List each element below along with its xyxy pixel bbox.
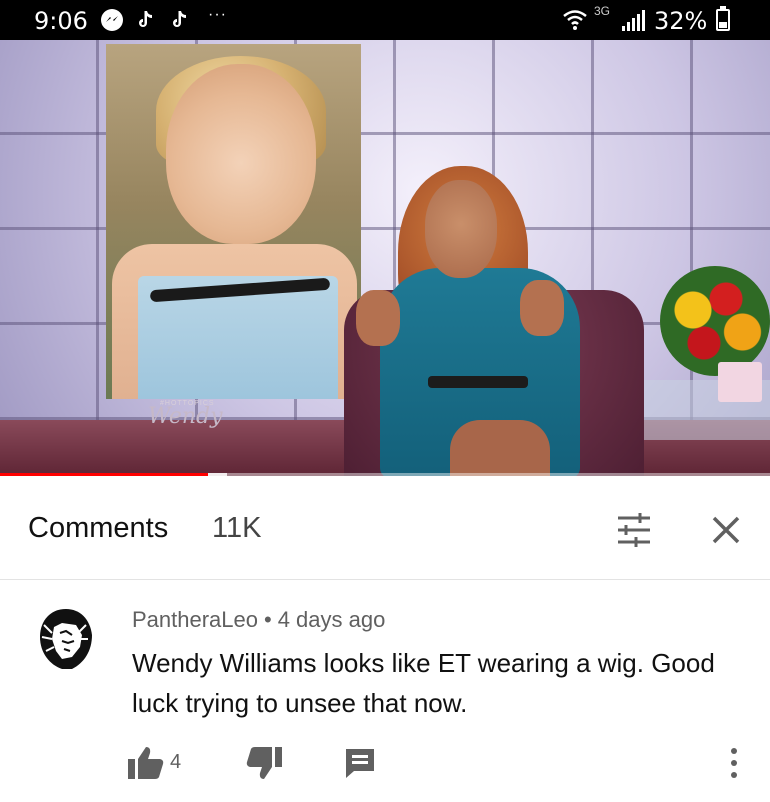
more-options-icon[interactable] (720, 743, 748, 783)
show-logo: Wendy (148, 404, 223, 429)
signal-icon (620, 8, 650, 37)
messenger-icon (100, 8, 124, 32)
battery-icon (716, 6, 730, 31)
comments-title: Comments (28, 512, 169, 544)
reply-icon[interactable] (342, 745, 378, 781)
lion-avatar-icon[interactable] (32, 605, 100, 673)
flower-bouquet (660, 266, 770, 376)
comment-text: Wendy Williams looks like ET wearing a w… (132, 648, 715, 718)
more-notifications-indicator: ··· (208, 6, 227, 23)
tiktok-icon (134, 8, 158, 32)
thumbs-up-icon[interactable] (126, 743, 166, 783)
like-count: 4 (170, 751, 182, 773)
close-icon[interactable] (706, 510, 746, 550)
tiktok-icon (168, 8, 192, 32)
host-legs (450, 420, 550, 476)
comment-author[interactable]: PantheraLeo (132, 607, 258, 632)
sort-icon[interactable] (614, 512, 654, 548)
host-belt (428, 376, 528, 388)
status-bar: 9:06 ··· 3G 32% (0, 0, 770, 40)
host-hand-left (356, 290, 400, 346)
comments-header: Comments 11K (0, 476, 770, 580)
video-player[interactable]: #HOTTOPICS Wendy (0, 40, 770, 476)
comment-actions: 4 (126, 743, 746, 783)
comment-item: PantheraLeo • 4 days ago Wendy Williams lo… (0, 581, 770, 802)
host-hand-right (520, 280, 564, 336)
status-time: 9:06 (34, 7, 88, 35)
network-type: 3G (594, 4, 611, 18)
battery-percent: 32% (654, 7, 708, 35)
thumbs-down-icon[interactable] (244, 743, 284, 783)
screen-photo (106, 44, 361, 399)
comment-meta: PantheraLeo • 4 days ago (132, 607, 385, 633)
host-face (425, 180, 497, 278)
wifi-icon (562, 8, 588, 37)
comments-count: 11K (212, 512, 262, 544)
comment-time: 4 days ago (277, 607, 386, 632)
mug (718, 362, 762, 402)
meta-separator: • (264, 607, 272, 632)
